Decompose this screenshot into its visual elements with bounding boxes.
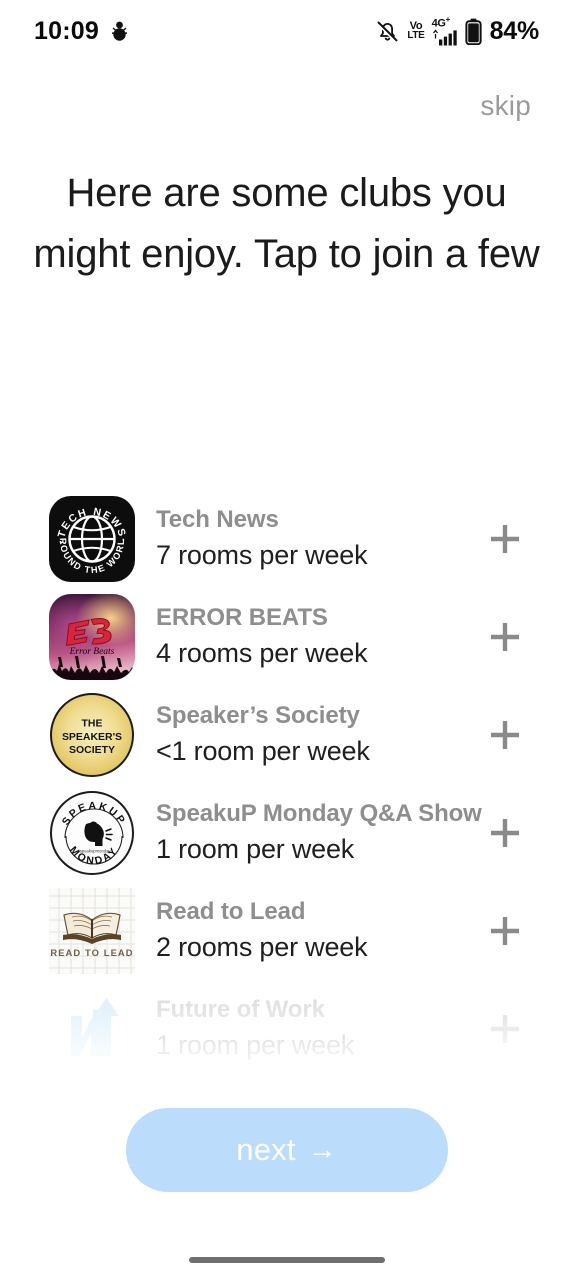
skip-button[interactable]: skip xyxy=(480,90,531,122)
battery-percent: 84% xyxy=(489,16,540,45)
club-row-tech-news[interactable]: ·TECH NEWS· AROUND THE WORLD Tech News 7… xyxy=(0,490,573,588)
svg-text:SPEAKER'S: SPEAKER'S xyxy=(62,732,122,743)
club-text: Speaker’s Society <1 room per week xyxy=(138,701,477,770)
tech-news-globe-logo: ·TECH NEWS· AROUND THE WORLD xyxy=(49,496,135,582)
club-logo-wrapper: Error Beats xyxy=(46,591,138,683)
volte-icon: Vo LTE xyxy=(407,20,425,42)
home-indicator[interactable] xyxy=(188,1257,385,1263)
club-row-error-beats[interactable]: Error Beats ERROR BEATS 4 rooms per week xyxy=(0,588,573,686)
club-text: Future of Work 1 room per week xyxy=(138,995,477,1064)
svg-text:Error Beats: Error Beats xyxy=(69,647,115,657)
club-rooms: 1 room per week xyxy=(156,834,355,865)
join-club-button[interactable] xyxy=(477,715,533,755)
club-text: SpeakuP Monday Q&A Show 1 room per week xyxy=(138,799,482,868)
svg-text:SOCIETY: SOCIETY xyxy=(69,745,115,756)
club-row-future-of-work[interactable]: Future of Work 1 room per week xyxy=(0,980,573,1078)
club-text: ERROR BEATS 4 rooms per week xyxy=(138,603,477,672)
status-bar-right: Vo LTE 4G+ 84% xyxy=(375,16,539,46)
join-club-button[interactable] xyxy=(477,617,533,657)
notifications-muted-icon xyxy=(375,19,400,44)
svg-text:READ TO LEAD: READ TO LEAD xyxy=(50,947,133,958)
club-logo-wrapper: ·TECH NEWS· AROUND THE WORLD xyxy=(46,493,138,585)
club-rooms: 7 rooms per week xyxy=(156,540,368,571)
arrow-right-icon: → xyxy=(307,1133,337,1166)
club-row-speakers-society[interactable]: THE SPEAKER'S SOCIETY Speaker’s Society … xyxy=(0,686,573,784)
status-bar-left: 10:09 xyxy=(34,17,128,46)
skip-row: skip xyxy=(0,90,573,122)
club-list: ·TECH NEWS· AROUND THE WORLD Tech News 7… xyxy=(0,490,573,1078)
snowman-icon xyxy=(111,20,128,42)
next-button-label: next xyxy=(236,1132,296,1167)
footer: next → xyxy=(0,1108,573,1192)
svg-text:THE: THE xyxy=(82,718,103,729)
club-rooms: 1 room per week xyxy=(156,1030,355,1061)
read-to-lead-book-logo: READ TO LEAD xyxy=(49,888,135,974)
club-rooms: <1 room per week xyxy=(156,736,370,767)
club-logo-wrapper: #speakupmonday SPEAKUP MONDAY xyxy=(46,787,138,879)
status-time: 10:09 xyxy=(34,16,99,45)
join-club-button[interactable] xyxy=(477,911,533,951)
page-title: Here are some clubs you might enjoy. Tap… xyxy=(33,171,540,276)
future-of-work-arrow-logo xyxy=(49,986,135,1072)
club-name: ERROR BEATS xyxy=(156,603,328,631)
speakup-monday-head-logo: #speakupmonday SPEAKUP MONDAY xyxy=(50,791,134,875)
club-logo-wrapper: THE SPEAKER'S SOCIETY xyxy=(46,689,138,781)
join-club-button[interactable] xyxy=(477,813,533,853)
join-club-button[interactable] xyxy=(477,1009,533,1049)
club-name: Read to Lead xyxy=(156,897,306,925)
club-row-speakup-monday[interactable]: #speakupmonday SPEAKUP MONDAY SpeakuP Mo… xyxy=(0,784,573,882)
app-screen: 10:09 Vo LTE 4G+ 84% skip Here are some … xyxy=(0,0,573,1280)
club-name: Future of Work xyxy=(156,995,325,1023)
club-name: Speaker’s Society xyxy=(156,701,360,729)
club-rooms: 4 rooms per week xyxy=(156,638,368,669)
battery-icon xyxy=(464,18,482,45)
club-logo-wrapper xyxy=(46,983,138,1075)
speakers-society-badge-logo: THE SPEAKER'S SOCIETY xyxy=(50,693,134,777)
signal-4g-icon: 4G+ xyxy=(432,16,458,46)
join-club-button[interactable] xyxy=(477,519,533,559)
club-rooms: 2 rooms per week xyxy=(156,932,368,963)
club-name: Tech News xyxy=(156,505,279,533)
club-logo-wrapper: READ TO LEAD xyxy=(46,885,138,977)
club-name: SpeakuP Monday Q&A Show xyxy=(156,799,482,827)
club-text: Read to Lead 2 rooms per week xyxy=(138,897,477,966)
status-bar: 10:09 Vo LTE 4G+ 84% xyxy=(0,0,573,62)
error-beats-concert-logo: Error Beats xyxy=(49,594,135,680)
club-text: Tech News 7 rooms per week xyxy=(138,505,477,574)
club-row-read-to-lead[interactable]: READ TO LEAD Read to Lead 2 rooms per we… xyxy=(0,882,573,980)
next-button[interactable]: next → xyxy=(125,1108,448,1192)
